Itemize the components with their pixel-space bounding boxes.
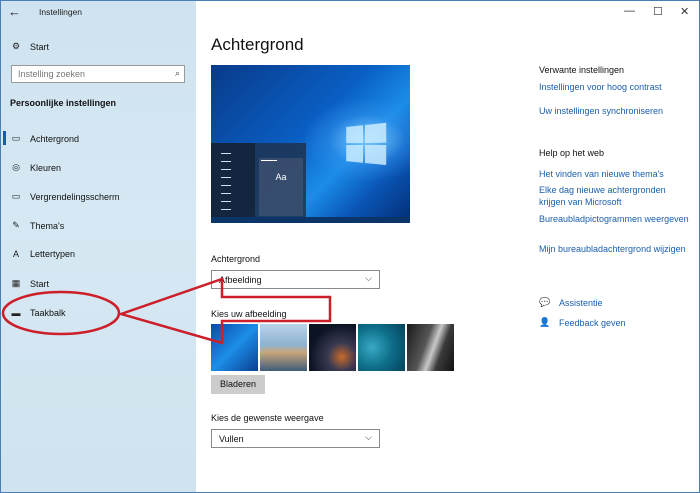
background-select[interactable]: Afbeelding ⌵ [211,270,380,289]
chat-icon: 💬 [539,297,551,307]
sidebar-item-home[interactable]: ⚙ Start [9,41,49,52]
desktop-preview: Aa [211,65,410,223]
section-heading: Persoonlijke instellingen [10,98,117,108]
picture-icon: ▭ [11,133,21,143]
page-title: Achtergrond [211,35,304,54]
brush-icon: ✎ [12,220,20,230]
sidebar-item-label: Taakbalk [30,308,66,318]
sidebar-item-label: Lettertypen [30,249,76,259]
sidebar-item-achtergrond[interactable]: ▭ Achtergrond [9,133,79,144]
sidebar-item-label: Start [30,41,50,52]
windows-logo-icon [346,122,388,167]
feedback-link[interactable]: Feedback geven [559,317,699,329]
sidebar-item-label: Start [30,278,50,289]
sidebar-item-label: Vergrendelingsscherm [30,191,120,202]
search-icon[interactable]: ⌕ [175,68,180,79]
help-link[interactable]: Elke dag nieuwe achtergronden krijgen va… [539,184,689,208]
sidebar-item-label: Achtergrond [30,133,80,144]
wallpaper-thumbnail[interactable] [260,324,307,371]
wallpaper-thumbnail[interactable] [407,324,454,371]
chevron-down-icon: ⌵ [365,273,372,283]
help-link[interactable]: Mijn bureaubladachtergrond wijzigen [539,243,689,255]
taskbar-preview [211,217,410,223]
choose-picture-label: Kies uw afbeelding [211,309,287,319]
sidebar-item-taakbalk[interactable]: ▬ Taakbalk [9,308,66,318]
sidebar: ← Instellingen ⚙ Start Instelling zoeken… [1,1,196,492]
sidebar-item-vergrendelingsscherm[interactable]: ▭ Vergrendelingsscherm [9,191,120,202]
gear-icon: ⚙ [11,41,21,51]
assistance-link[interactable]: Assistentie [559,297,699,309]
palette-icon: ◎ [12,162,20,172]
start-menu-list [211,143,255,217]
related-settings-heading: Verwante instellingen [539,65,625,75]
back-arrow-icon[interactable]: ← [8,4,21,19]
main-content: Achtergrond Aa Achtergrond Afbeelding ⌵ … [196,1,699,492]
background-label: Achtergrond [211,254,261,264]
wallpaper-thumbnail[interactable] [211,324,258,371]
wallpaper-thumbnail[interactable] [309,324,356,371]
settings-window: ← Instellingen ⚙ Start Instelling zoeken… [0,0,700,493]
sidebar-item-kleuren[interactable]: ◎ Kleuren [9,162,61,173]
sidebar-item-lettertypen[interactable]: A Lettertypen [9,249,75,259]
sidebar-item-start[interactable]: ▦ Start [9,278,49,289]
fit-select[interactable]: Vullen ⌵ [211,429,380,448]
taskbar-icon: ▬ [11,308,21,318]
selection-indicator [3,131,6,145]
sync-settings-link[interactable]: Uw instellingen synchroniseren [539,105,689,117]
help-link[interactable]: Het vinden van nieuwe thema's [539,168,689,180]
person-icon: 👤 [539,317,551,327]
select-value: Vullen [219,434,244,444]
search-input[interactable]: Instelling zoeken ⌕ [11,65,185,83]
browse-button[interactable]: Bladeren [211,375,265,394]
start-menu-preview: Aa [211,143,306,217]
high-contrast-link[interactable]: Instellingen voor hoog contrast [539,81,689,93]
lock-screen-icon: ▭ [11,191,21,201]
sample-tile: Aa [259,158,303,216]
font-icon: A [12,249,19,259]
sidebar-item-themas[interactable]: ✎ Thema's [9,220,64,231]
help-heading: Help op het web [539,148,605,158]
app-title: Instellingen [39,7,83,17]
sidebar-item-label: Kleuren [30,162,62,173]
wallpaper-thumbnail[interactable] [358,324,405,371]
start-menu-icon: ▦ [11,278,21,288]
fit-label: Kies de gewenste weergave [211,413,324,423]
select-value: Afbeelding [219,275,262,285]
picture-gallery [211,324,454,371]
chevron-down-icon: ⌵ [365,432,372,442]
sample-text: Aa [275,172,287,182]
sidebar-item-label: Thema's [30,220,65,231]
search-placeholder: Instelling zoeken [18,69,86,79]
help-link[interactable]: Bureaubladpictogrammen weergeven [539,213,689,225]
